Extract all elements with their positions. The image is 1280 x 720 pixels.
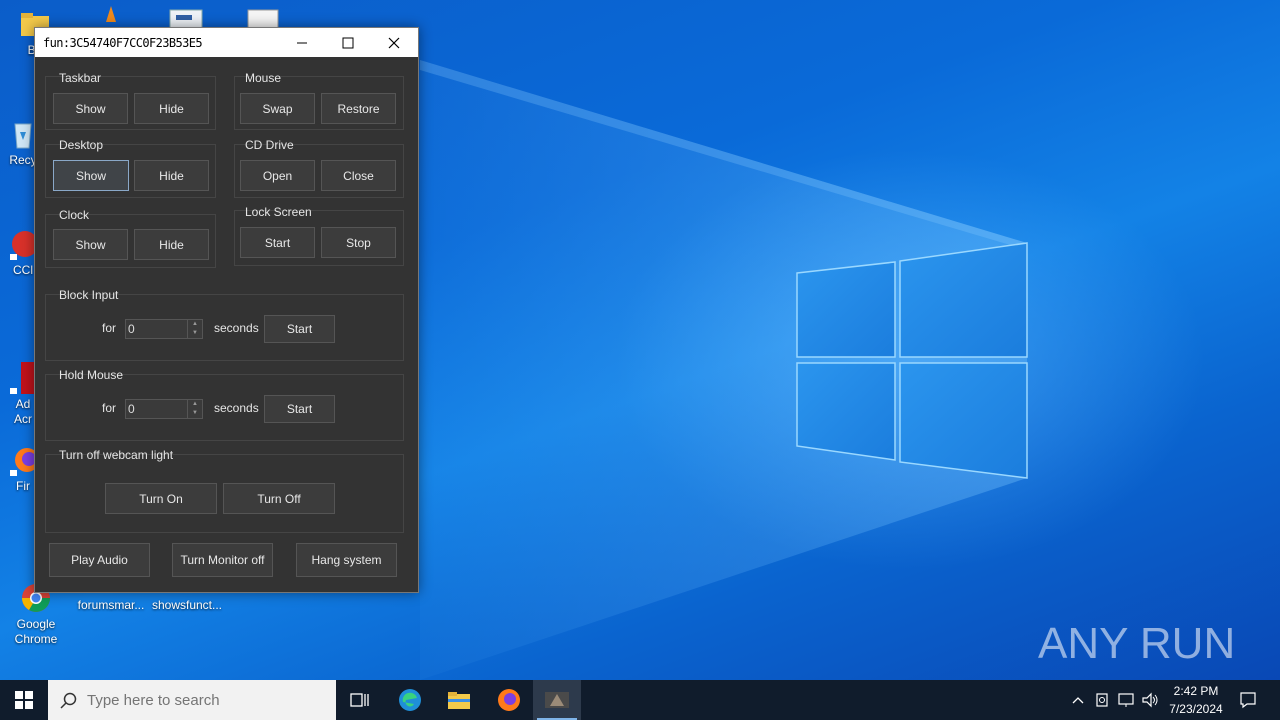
cd-open-button[interactable]: Open [240, 160, 315, 191]
anyrun-left-text: ANY RUN [1038, 619, 1235, 668]
firefox-icon [498, 689, 520, 711]
search-icon [60, 692, 77, 709]
taskbar-clock[interactable]: 2:42 PM 7/23/2024 [1162, 682, 1230, 718]
window-titlebar[interactable]: fun:3C54740F7CC0F23B53E5 [35, 28, 418, 57]
notification-icon [1240, 692, 1256, 709]
group-desktop-label: Desktop [59, 138, 104, 152]
taskbar-fun-app[interactable] [533, 680, 581, 720]
device-icon [1096, 693, 1108, 707]
spin-up-icon[interactable]: ▲ [188, 320, 202, 329]
taskbar-edge[interactable] [386, 680, 434, 720]
show-hidden-icons-button[interactable] [1068, 690, 1088, 710]
spinner-arrows[interactable]: ▲ ▼ [187, 400, 202, 418]
chevron-up-icon [1072, 697, 1084, 704]
lock-start-button[interactable]: Start [240, 227, 315, 258]
installer-icon [106, 6, 116, 22]
mouse-swap-button[interactable]: Swap [240, 93, 315, 124]
minimize-icon [297, 42, 307, 43]
hold-mouse-for-label: for [102, 401, 117, 415]
group-webcam-label: Turn off webcam light [59, 448, 174, 462]
play-audio-button[interactable]: Play Audio [49, 543, 150, 577]
volume-icon [1142, 692, 1158, 708]
group-hold-mouse-label: Hold Mouse [59, 368, 124, 382]
group-block-input-label: Block Input [59, 288, 119, 302]
desktop-icon-label: Recy [9, 153, 37, 167]
desktop-icon-showsfunct[interactable]: showsfunct... [150, 598, 224, 613]
cd-close-button[interactable]: Close [321, 160, 396, 191]
edge-icon [399, 689, 421, 711]
desktop-icon-label: forumsmar... [77, 598, 145, 612]
desktop-icon-label: CCl [13, 263, 33, 277]
tray-network-button[interactable] [1116, 690, 1136, 710]
windows-start-icon [15, 691, 33, 709]
block-input-start-button[interactable]: Start [264, 315, 335, 343]
app-window: fun:3C54740F7CC0F23B53E5 Taskbar Show Hi… [34, 27, 419, 593]
desktop-icon-forumsmar[interactable]: forumsmar... [74, 598, 148, 613]
taskbar-firefox[interactable] [485, 680, 533, 720]
block-input-for-label: for [102, 321, 117, 335]
anyrun-watermark: ANY RUN [1038, 619, 1235, 668]
spin-down-icon[interactable]: ▼ [188, 409, 202, 418]
window-title: fun:3C54740F7CC0F23B53E5 [43, 36, 203, 50]
task-view-button[interactable] [336, 680, 384, 720]
taskbar-file-explorer[interactable] [435, 680, 483, 720]
clock-date: 7/23/2024 [1169, 702, 1223, 716]
desktop-icon-label: Ad Acr [14, 397, 32, 426]
group-mouse-label: Mouse [245, 71, 282, 85]
windows-taskbar: 2:42 PM 7/23/2024 [0, 680, 1280, 720]
action-center-button[interactable] [1238, 690, 1258, 710]
turn-monitor-off-button[interactable]: Turn Monitor off [172, 543, 273, 577]
desktop-icon-label: Google Chrome [14, 617, 58, 646]
desktop-icon-label: Fir [16, 479, 30, 493]
clock-hide-button[interactable]: Hide [134, 229, 209, 260]
taskbar-search-box[interactable] [48, 680, 336, 720]
minimize-button[interactable] [279, 28, 325, 57]
spin-up-icon[interactable]: ▲ [188, 400, 202, 409]
window-client-area: Taskbar Show Hide Mouse Swap Restore Des… [35, 57, 418, 592]
app-thumbnail-icon [545, 692, 569, 708]
desktop-show-button[interactable]: Show [53, 160, 129, 191]
document-icon [247, 9, 279, 28]
hold-mouse-seconds-label: seconds [214, 401, 259, 415]
hang-system-button[interactable]: Hang system [296, 543, 397, 577]
close-icon [388, 37, 400, 48]
document-icon [169, 9, 203, 28]
tray-volume-button[interactable] [1140, 690, 1160, 710]
file-explorer-icon [448, 692, 470, 709]
webcam-turn-on-button[interactable]: Turn On [105, 483, 217, 514]
webcam-turn-off-button[interactable]: Turn Off [223, 483, 335, 514]
tray-device-button[interactable] [1092, 690, 1112, 710]
maximize-button[interactable] [325, 28, 371, 57]
group-taskbar-label: Taskbar [59, 71, 102, 85]
lock-stop-button[interactable]: Stop [321, 227, 396, 258]
start-button[interactable] [0, 680, 48, 720]
search-input[interactable] [87, 691, 317, 709]
group-clock-label: Clock [59, 208, 90, 222]
hold-mouse-start-button[interactable]: Start [264, 395, 335, 423]
spinner-arrows[interactable]: ▲ ▼ [187, 320, 202, 338]
block-input-seconds-field[interactable] [128, 321, 184, 337]
clock-show-button[interactable]: Show [53, 229, 128, 260]
group-lock-screen-label: Lock Screen [245, 205, 312, 219]
network-icon [1118, 693, 1134, 707]
taskbar-show-button[interactable]: Show [53, 93, 128, 124]
clock-time: 2:42 PM [1173, 684, 1219, 698]
block-input-seconds-label: seconds [214, 321, 259, 335]
desktop-icon-label: showsfunct... [151, 598, 223, 612]
desktop-hide-button[interactable]: Hide [134, 160, 209, 191]
maximize-icon [342, 37, 354, 48]
block-input-seconds-spinner[interactable]: ▲▼ [125, 319, 203, 339]
spin-down-icon[interactable]: ▼ [188, 329, 202, 338]
task-view-icon [350, 693, 369, 707]
taskbar-hide-button[interactable]: Hide [134, 93, 209, 124]
hold-mouse-seconds-field[interactable] [128, 401, 184, 417]
close-button[interactable] [371, 28, 417, 57]
mouse-restore-button[interactable]: Restore [321, 93, 396, 124]
group-cd-drive-label: CD Drive [245, 138, 294, 152]
hold-mouse-seconds-spinner[interactable]: ▲▼ [125, 399, 203, 419]
